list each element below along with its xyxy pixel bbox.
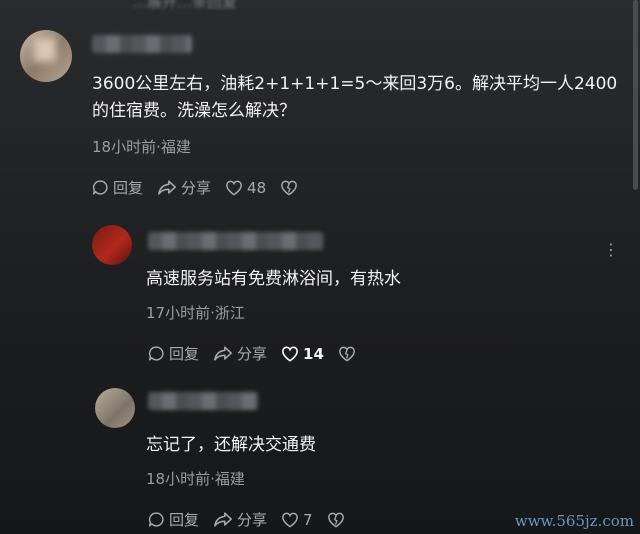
- like-button[interactable]: 7: [281, 511, 313, 529]
- reply-button[interactable]: 回复: [148, 343, 199, 364]
- reply-button[interactable]: 回复: [148, 509, 199, 530]
- comment-actions: 回复 分享 7: [148, 509, 363, 530]
- like-button[interactable]: 48: [225, 179, 266, 197]
- comment-meta: 18小时前·福建: [146, 470, 245, 488]
- comment-actions: 回复 分享 48: [92, 177, 316, 198]
- share-icon: [214, 512, 232, 527]
- broken-heart-icon: [339, 346, 355, 362]
- reply-icon: [148, 346, 164, 361]
- avatar[interactable]: [20, 30, 72, 82]
- comment-meta: 17小时前·浙江: [146, 304, 245, 322]
- username-blurred[interactable]: [92, 35, 192, 53]
- share-icon: [158, 180, 176, 195]
- share-button[interactable]: 分享: [213, 343, 267, 364]
- like-count: 14: [303, 344, 324, 363]
- broken-heart-icon: [327, 512, 344, 528]
- heart-icon: [282, 346, 298, 362]
- share-label: 分享: [237, 345, 268, 363]
- like-button[interactable]: 14: [281, 345, 324, 363]
- dislike-button[interactable]: [280, 180, 302, 196]
- avatar[interactable]: [92, 225, 132, 265]
- comment-text: 忘记了，还解决交通费: [146, 435, 316, 455]
- reply-icon: [92, 180, 108, 195]
- reply-icon: [148, 512, 164, 527]
- watermark: www.565jz.com: [514, 512, 634, 530]
- share-button[interactable]: 分享: [157, 177, 211, 198]
- reply-label: 回复: [169, 345, 200, 363]
- reply-label: 回复: [113, 179, 144, 197]
- previous-thread-fade: …展开…条回复: [0, 0, 640, 14]
- broken-heart-icon: [281, 180, 297, 196]
- dislike-button[interactable]: [327, 512, 349, 528]
- username-blurred[interactable]: [148, 232, 323, 250]
- share-icon: [214, 346, 232, 361]
- reply-label: 回复: [169, 511, 200, 529]
- comment-text: 3600公里左右，油耗2+1+1+1=5～来回3万6。解决平均一人2400的住宿…: [92, 74, 618, 121]
- share-label: 分享: [237, 511, 268, 529]
- dislike-button[interactable]: [338, 346, 360, 362]
- previous-thread-text: …展开…条回复: [132, 0, 238, 11]
- heart-icon: [282, 512, 298, 528]
- like-count: 48: [247, 178, 267, 197]
- avatar[interactable]: [95, 388, 135, 428]
- share-label: 分享: [181, 179, 212, 197]
- username-blurred[interactable]: [148, 392, 258, 410]
- comment-meta: 18小时前·福建: [92, 138, 191, 156]
- more-options-icon[interactable]: ⋮: [603, 240, 620, 259]
- scrollbar[interactable]: [633, 0, 638, 190]
- heart-icon: [226, 180, 242, 196]
- comment-text: 高速服务站有免费淋浴间，有热水: [146, 269, 401, 289]
- comment-actions: 回复 分享 14: [148, 343, 374, 364]
- reply-button[interactable]: 回复: [92, 177, 143, 198]
- share-button[interactable]: 分享: [213, 509, 267, 530]
- like-count: 7: [303, 510, 313, 529]
